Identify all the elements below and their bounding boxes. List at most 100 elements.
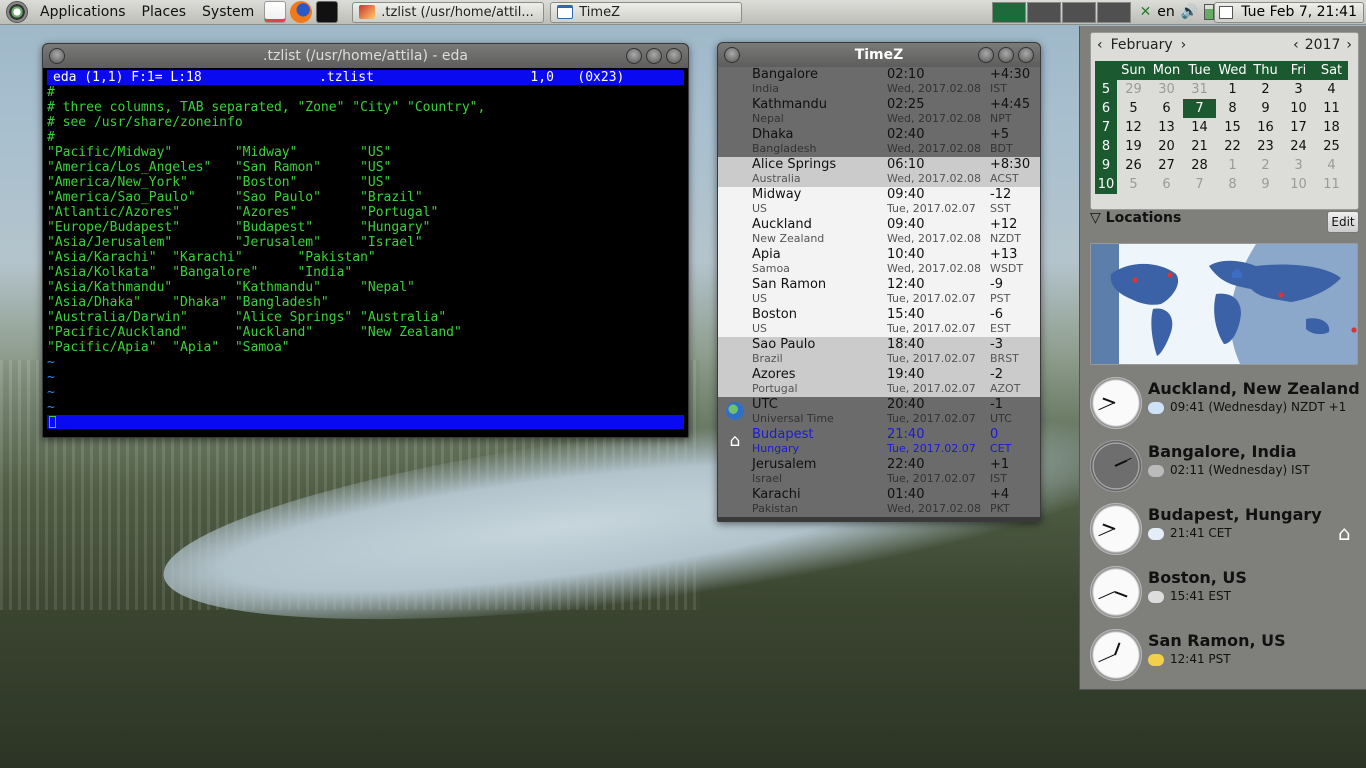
battery-icon[interactable]	[1204, 4, 1215, 20]
location-item[interactable]: San Ramon, US 12:41 PST	[1090, 629, 1360, 685]
window-menu-button[interactable]	[49, 48, 65, 64]
calendar-day[interactable]: 9	[1249, 177, 1282, 192]
calendar-day[interactable]: 13	[1150, 120, 1183, 135]
calendar-day[interactable]: 5	[1117, 177, 1150, 192]
calendar-day[interactable]: 20	[1150, 139, 1183, 154]
close-button[interactable]	[666, 48, 682, 64]
locations-header[interactable]: ▽ Locations	[1090, 210, 1181, 226]
calendar-day[interactable]: 18	[1315, 120, 1348, 135]
timezone-row[interactable]: Azores Portugal 19:40 Tue, 2017.02.07 -2 AZOT	[718, 367, 1040, 397]
calendar-day[interactable]: 5	[1117, 101, 1150, 116]
calendar-day[interactable]: 30	[1150, 82, 1183, 97]
calendar-day[interactable]: 28	[1183, 158, 1216, 173]
prev-year-icon[interactable]: ‹	[1293, 37, 1299, 53]
calendar-day[interactable]: 3	[1282, 158, 1315, 173]
terminal-launcher-icon[interactable]	[316, 1, 339, 23]
menu-places[interactable]: Places	[134, 0, 195, 25]
calendar-day[interactable]: 10	[1282, 177, 1315, 192]
close-button[interactable]	[1018, 47, 1034, 63]
location-item[interactable]: Auckland, New Zealand 09:41 (Wednesday) N…	[1090, 377, 1360, 433]
timezone-row[interactable]: Jerusalem Israel 22:40 Tue, 2017.02.07 +1 IST	[718, 457, 1040, 487]
calendar-day[interactable]: 11	[1315, 177, 1348, 192]
tz-country: Israel	[752, 472, 783, 485]
window-menu-button[interactable]	[724, 47, 740, 63]
calendar-day[interactable]: 22	[1216, 139, 1249, 154]
calendar-day[interactable]: 15	[1216, 120, 1249, 135]
calendar-day[interactable]: 7	[1183, 177, 1216, 192]
cpu-bar	[1061, 1, 1096, 23]
calendar-day[interactable]: 7	[1183, 99, 1216, 118]
maximize-button[interactable]	[998, 47, 1014, 63]
keyboard-layout[interactable]: en	[1157, 4, 1175, 20]
calendar-day[interactable]: 12	[1117, 120, 1150, 135]
calendar-day[interactable]: 1	[1216, 82, 1249, 97]
calendar-day[interactable]: 10	[1282, 101, 1315, 116]
prev-month-icon[interactable]: ‹	[1097, 37, 1103, 53]
location-item[interactable]: Boston, US 15:41 EST	[1090, 566, 1360, 622]
calendar-day[interactable]: 19	[1117, 139, 1150, 154]
calendar-day[interactable]: 29	[1117, 82, 1150, 97]
timezone-row[interactable]: Dhaka Bangladesh 02:40 Wed, 2017.02.08 +5 BDT	[718, 127, 1040, 157]
minimize-button[interactable]	[978, 47, 994, 63]
calendar-day[interactable]: 16	[1249, 120, 1282, 135]
location-item[interactable]: Budapest, Hungary 21:41 CET ⌂	[1090, 503, 1360, 559]
calendar-day[interactable]: 4	[1315, 82, 1348, 97]
timezone-row[interactable]: Apia Samoa 10:40 Wed, 2017.02.08 +13 WSDT	[718, 247, 1040, 277]
text-editor-launcher-icon[interactable]	[264, 1, 287, 23]
calendar-day[interactable]: 25	[1315, 139, 1348, 154]
edit-locations-button[interactable]: Edit	[1327, 211, 1359, 233]
timezone-row[interactable]: Bangalore India 02:10 Wed, 2017.02.08 +4:30 I…	[718, 67, 1040, 97]
calendar-day[interactable]: 31	[1183, 82, 1216, 97]
calendar-day[interactable]: 11	[1315, 101, 1348, 116]
timezone-row[interactable]: Boston US 15:40 Tue, 2017.02.07 -6 EST	[718, 307, 1040, 337]
timezone-row[interactable]: Sao Paulo Brazil 18:40 Tue, 2017.02.07 -3 BRS…	[718, 337, 1040, 367]
calendar-day[interactable]: 4	[1315, 158, 1348, 173]
calendar-day[interactable]: 23	[1249, 139, 1282, 154]
panel-clock[interactable]: Tue Feb 7, 21:41	[1214, 1, 1364, 23]
menu-system[interactable]: System	[194, 0, 262, 25]
minimize-button[interactable]	[626, 48, 642, 64]
maximize-button[interactable]	[646, 48, 662, 64]
location-item[interactable]: Bangalore, India 02:11 (Wednesday) IST	[1090, 440, 1360, 496]
calendar-day[interactable]: 21	[1183, 139, 1216, 154]
timezone-row[interactable]: ⌂ Budapest Hungary 21:40 Tue, 2017.02.07 0 CET	[718, 427, 1040, 457]
home-location-icon[interactable]: ⌂	[1338, 521, 1351, 545]
calendar-day[interactable]: 6	[1150, 177, 1183, 192]
calendar-day[interactable]: 24	[1282, 139, 1315, 154]
distro-logo-icon[interactable]	[6, 1, 28, 23]
editor-command-line[interactable]	[47, 415, 684, 429]
calendar-day[interactable]: 8	[1216, 101, 1249, 116]
menu-applications[interactable]: Applications	[32, 0, 134, 25]
timezone-row[interactable]: Alice Springs Australia 06:10 Wed, 2017.02.…	[718, 157, 1040, 187]
calendar-day[interactable]: 9	[1249, 101, 1282, 116]
tz-date: Wed, 2017.02.08	[887, 112, 981, 125]
calendar-day[interactable]: 3	[1282, 82, 1315, 97]
task-timez[interactable]: TimeZ	[550, 1, 743, 23]
network-icon[interactable]: ✕	[1140, 4, 1152, 20]
editor-text-area[interactable]: eda (1,1) F:1= L:18 .tzlist 1,0 (0x23) #…	[43, 68, 688, 437]
calendar-day[interactable]: 27	[1150, 158, 1183, 173]
cpu-monitor[interactable]	[991, 1, 1132, 23]
timezone-row[interactable]: Kathmandu Nepal 02:25 Wed, 2017.02.08 +4:45 N…	[718, 97, 1040, 127]
calendar-day[interactable]: 1	[1216, 158, 1249, 173]
task-editor[interactable]: .tzlist (/usr/home/attil...	[352, 1, 545, 23]
timezone-row[interactable]: UTC Universal Time 20:40 Tue, 2017.02.07 -1 U…	[718, 397, 1040, 427]
timez-titlebar[interactable]: TimeZ	[718, 43, 1040, 67]
next-year-icon[interactable]: ›	[1346, 37, 1352, 53]
calendar-day[interactable]: 26	[1117, 158, 1150, 173]
volume-icon[interactable]: 🔊	[1181, 4, 1198, 20]
next-month-icon[interactable]: ›	[1181, 37, 1187, 53]
timezone-row[interactable]: San Ramon US 12:40 Tue, 2017.02.07 -9 PST	[718, 277, 1040, 307]
calendar-day[interactable]: 14	[1183, 120, 1216, 135]
editor-titlebar[interactable]: .tzlist (/usr/home/attila) - eda	[43, 44, 688, 68]
calendar-day[interactable]: 6	[1150, 101, 1183, 116]
calendar-day[interactable]: 8	[1216, 177, 1249, 192]
timezone-row[interactable]: Auckland New Zealand 09:40 Wed, 2017.02.08 +…	[718, 217, 1040, 247]
calendar-day[interactable]: 17	[1282, 120, 1315, 135]
timezone-row[interactable]: Karachi Pakistan 01:40 Wed, 2017.02.08 +4 PKT	[718, 487, 1040, 517]
calendar-day[interactable]: 2	[1249, 158, 1282, 173]
calendar-day[interactable]: 2	[1249, 82, 1282, 97]
timezone-row[interactable]: Midway US 09:40 Tue, 2017.02.07 -12 SST	[718, 187, 1040, 217]
firefox-launcher-icon[interactable]	[290, 1, 313, 23]
tz-abbr: UTC	[990, 412, 1012, 425]
